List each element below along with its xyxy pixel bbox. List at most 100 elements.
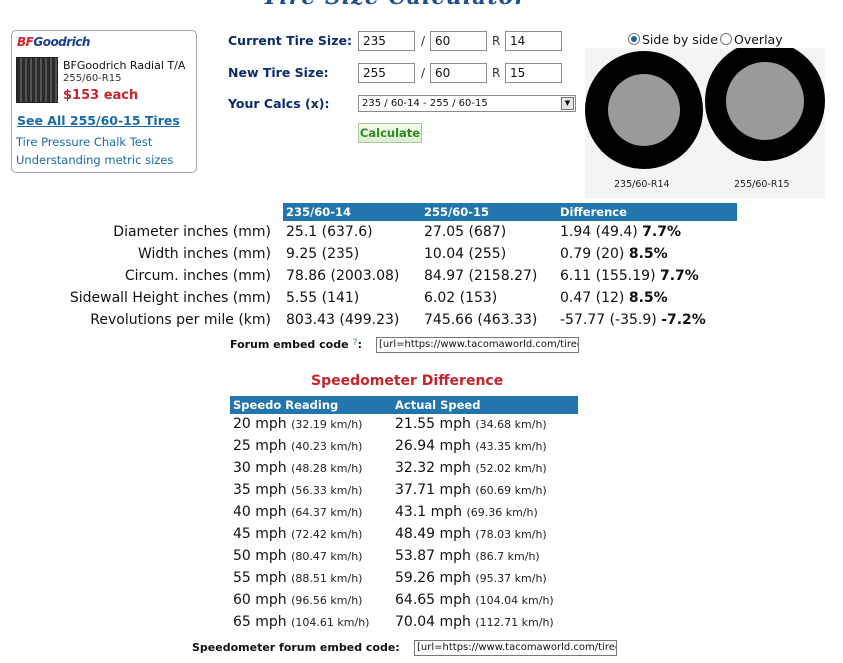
result-value-new: 745.66 (463.33) <box>424 312 538 328</box>
tire-comparison-visual: 235/60-R14 255/60-R15 <box>585 41 825 198</box>
actual-speed-mph: 32.32 mph <box>395 460 471 476</box>
speedo-reading-kmh: (88.51 km/h) <box>291 572 363 585</box>
result-diff-percent: 8.5% <box>628 290 668 306</box>
speedo-reading-kmh: (40.23 km/h) <box>291 440 363 453</box>
actual-speed-mph: 70.04 mph <box>395 614 471 630</box>
tire-ad-box: BFGoodrich BFGoodrich Radial T/A 255/60-… <box>11 30 197 173</box>
radio-selected-icon[interactable] <box>628 33 640 45</box>
result-diff-percent: -7.2% <box>661 312 706 328</box>
tire-pressure-link[interactable]: Tire Pressure Chalk Test <box>16 135 152 149</box>
actual-speed-kmh: (34.68 km/h) <box>475 418 547 431</box>
new-aspect-input[interactable]: 60 <box>430 63 487 83</box>
speedo-reading-kmh: (48.28 km/h) <box>291 462 363 475</box>
brand-part-a: BF <box>17 35 34 49</box>
speedo-reading: 45 mph (72.42 km/h) <box>233 526 362 542</box>
result-row-label: Diameter inches (mm) <box>113 224 271 240</box>
rim-separator: R <box>492 66 501 80</box>
result-value-new: 10.04 (255) <box>424 246 507 262</box>
page-title: Tire Size Calculator <box>262 0 527 10</box>
calcs-selected-value: 235 / 60-14 - 255 / 60-15 <box>362 98 488 109</box>
speedo-reading-mph: 45 mph <box>233 526 287 542</box>
calculate-button[interactable]: Calculate <box>358 123 422 143</box>
actual-speed-kmh: (69.36 km/h) <box>466 506 538 519</box>
speedo-reading-mph: 65 mph <box>233 614 287 630</box>
speedo-reading-kmh: (32.19 km/h) <box>291 418 363 431</box>
result-row-label: Width inches (mm) <box>137 246 271 262</box>
product-price: $153 each <box>63 88 139 103</box>
side-by-side-label: Side by side <box>642 32 718 47</box>
current-width-input[interactable]: 235 <box>358 31 415 51</box>
result-row-label: Sidewall Height inches (mm) <box>69 290 271 306</box>
result-value-difference: -57.77 (-35.9) -7.2% <box>560 312 706 328</box>
actual-speed: 21.55 mph (34.68 km/h) <box>395 416 547 432</box>
actual-speed-mph: 21.55 mph <box>395 416 471 432</box>
side-by-side-radio[interactable]: Side by side <box>628 32 718 47</box>
see-all-tires-link[interactable]: See All 255/60-15 Tires <box>17 113 180 128</box>
speedo-reading-mph: 55 mph <box>233 570 287 586</box>
col-header-new: 255/60-15 <box>424 205 489 219</box>
speedo-header-reading: Speedo Reading <box>233 398 339 412</box>
current-aspect-input[interactable]: 60 <box>430 31 487 51</box>
embed-colon: : <box>357 338 363 351</box>
actual-speed-kmh: (104.04 km/h) <box>475 594 554 607</box>
actual-speed-mph: 26.94 mph <box>395 438 471 454</box>
result-diff-percent: 8.5% <box>628 246 668 262</box>
speedo-reading-mph: 25 mph <box>233 438 287 454</box>
actual-speed: 43.1 mph (69.36 km/h) <box>395 504 538 520</box>
speedo-reading-kmh: (104.61 km/h) <box>291 616 370 629</box>
tire-diagram <box>585 41 825 198</box>
result-value-current: 9.25 (235) <box>286 246 360 262</box>
speedo-reading: 65 mph (104.61 km/h) <box>233 614 369 630</box>
result-row-label: Revolutions per mile (km) <box>90 312 271 328</box>
result-value-current: 25.1 (637.6) <box>286 224 373 240</box>
speedo-reading-mph: 20 mph <box>233 416 287 432</box>
actual-speed: 59.26 mph (95.37 km/h) <box>395 570 547 586</box>
forum-embed-text: Forum embed code <box>230 338 349 351</box>
col-header-difference: Difference <box>560 205 627 219</box>
result-value-difference: 0.47 (12) 8.5% <box>560 290 668 306</box>
speedo-reading-kmh: (80.47 km/h) <box>291 550 363 563</box>
speedo-embed-label: Speedometer forum embed code: <box>192 641 400 654</box>
speedo-reading-mph: 50 mph <box>233 548 287 564</box>
metric-sizes-link[interactable]: Understanding metric sizes <box>16 153 173 167</box>
current-rim-input[interactable]: 14 <box>505 31 562 51</box>
new-width-input[interactable]: 255 <box>358 63 415 83</box>
speedo-embed-input[interactable]: [url=https://www.tacomaworld.com/tirecs <box>414 640 617 656</box>
result-value-current: 803.43 (499.23) <box>286 312 400 328</box>
radio-unselected-icon[interactable] <box>720 33 732 45</box>
current-tire-size-label: Current Tire Size: <box>228 33 352 48</box>
slash-separator: / <box>421 66 426 80</box>
actual-speed-kmh: (86.7 km/h) <box>475 550 540 563</box>
your-calcs-select[interactable]: 235 / 60-14 - 255 / 60-15 ▼ <box>358 95 576 112</box>
slash-separator: / <box>421 34 426 48</box>
speedo-reading: 40 mph (64.37 km/h) <box>233 504 362 520</box>
actual-speed-kmh: (78.03 km/h) <box>475 528 547 541</box>
actual-speed: 26.94 mph (43.35 km/h) <box>395 438 547 454</box>
new-tire-size-label: New Tire Size: <box>228 65 329 80</box>
bfgoodrich-logo[interactable]: BFGoodrich <box>17 35 90 49</box>
dropdown-arrow-icon[interactable]: ▼ <box>561 97 574 110</box>
actual-speed: 70.04 mph (112.71 km/h) <box>395 614 554 630</box>
forum-embed-input[interactable]: [url=https://www.tacomaworld.com/tirecs <box>376 337 579 353</box>
new-rim-input[interactable]: 15 <box>505 63 562 83</box>
speedo-reading-mph: 60 mph <box>233 592 287 608</box>
actual-speed: 32.32 mph (52.02 km/h) <box>395 460 547 476</box>
speedo-reading-kmh: (72.42 km/h) <box>291 528 363 541</box>
speedometer-title: Speedometer Difference <box>311 373 504 389</box>
overlay-radio[interactable]: Overlay <box>720 32 783 47</box>
actual-speed-kmh: (112.71 km/h) <box>475 616 554 629</box>
result-value-difference: 0.79 (20) 8.5% <box>560 246 668 262</box>
tire-image[interactable] <box>16 57 58 103</box>
speedo-reading-kmh: (96.56 km/h) <box>291 594 363 607</box>
result-diff-value: -57.77 (-35.9) <box>560 312 657 328</box>
results-header-bar <box>283 203 737 221</box>
left-tire-rim <box>608 74 680 146</box>
actual-speed: 64.65 mph (104.04 km/h) <box>395 592 554 608</box>
speedo-reading: 20 mph (32.19 km/h) <box>233 416 362 432</box>
speedo-header-actual: Actual Speed <box>395 398 481 412</box>
actual-speed-mph: 43.1 mph <box>395 504 463 520</box>
product-name[interactable]: BFGoodrich Radial T/A <box>63 59 185 72</box>
result-value-new: 6.02 (153) <box>424 290 498 306</box>
actual-speed-kmh: (52.02 km/h) <box>475 462 547 475</box>
speedo-reading-mph: 35 mph <box>233 482 287 498</box>
